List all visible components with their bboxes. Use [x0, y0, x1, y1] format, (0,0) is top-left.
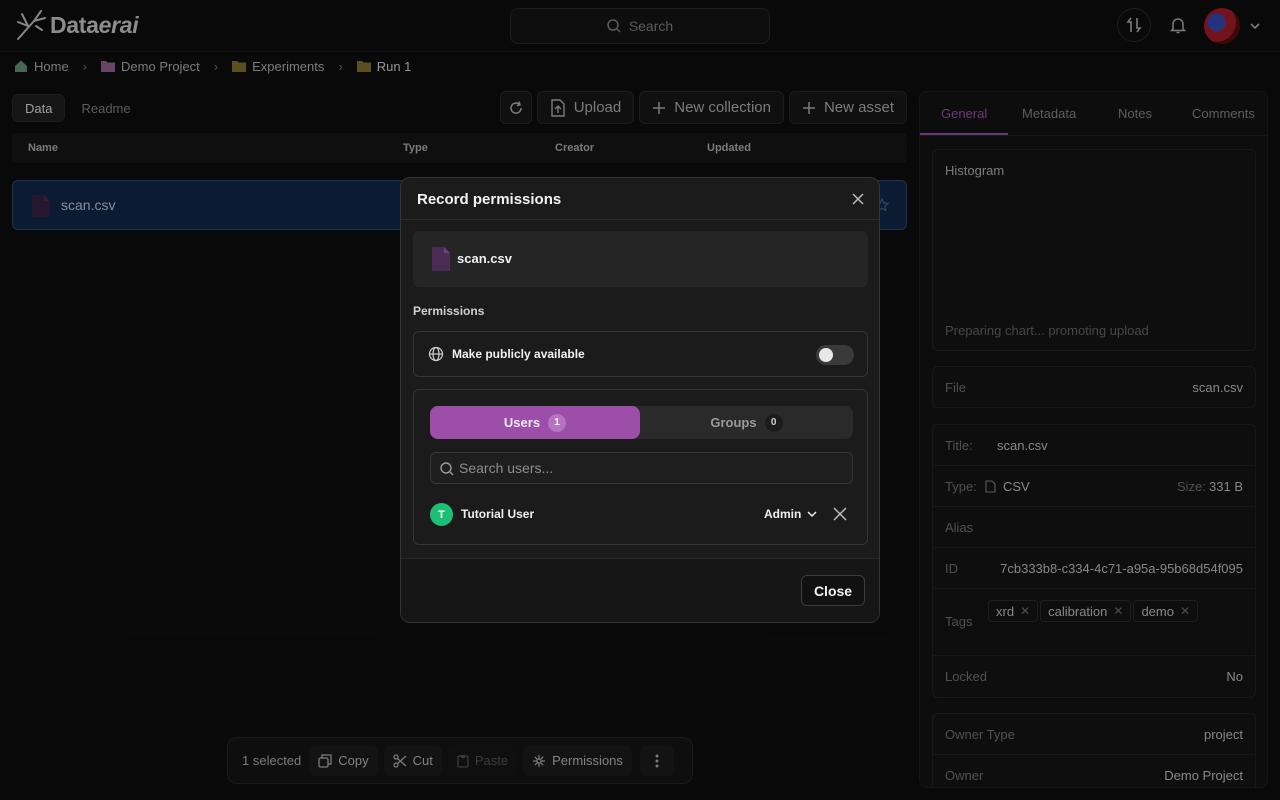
- users-count-badge: 1: [548, 413, 567, 432]
- record-summary: scan.csv: [413, 231, 868, 287]
- user-initial-avatar: T: [430, 503, 453, 526]
- segment-groups-label: Groups: [710, 415, 757, 430]
- record-file-name: scan.csv: [457, 251, 512, 266]
- divider: [401, 219, 879, 220]
- role-value: Admin: [764, 507, 802, 521]
- segment-users-label: Users: [503, 415, 541, 430]
- remove-user-icon[interactable]: [833, 507, 849, 523]
- user-search-input[interactable]: [459, 453, 849, 483]
- user-name: Tutorial User: [461, 507, 535, 521]
- role-select[interactable]: Admin: [764, 507, 817, 521]
- chevron-down-icon: [807, 511, 817, 518]
- user-search-field: [430, 452, 853, 484]
- close-button[interactable]: Close: [801, 575, 865, 606]
- access-list-box: Users 1 Groups 0 T Tutorial User Admin: [413, 389, 868, 545]
- users-groups-segmented-control: Users 1 Groups 0: [430, 406, 853, 439]
- modal-title: Record permissions: [417, 191, 562, 208]
- segment-groups[interactable]: Groups 0: [640, 406, 853, 439]
- modal-close-icon[interactable]: [850, 191, 866, 207]
- groups-count-badge: 0: [764, 413, 783, 432]
- toggle-knob: [819, 348, 833, 362]
- permissions-heading: Permissions: [413, 304, 485, 318]
- search-icon: [440, 462, 454, 476]
- globe-icon: [428, 346, 444, 362]
- public-label: Make publicly available: [452, 347, 585, 361]
- modal-footer: Close: [401, 558, 879, 622]
- public-access-row: Make publicly available: [413, 331, 868, 377]
- permissions-modal: Record permissions scan.csv Permissions …: [400, 177, 880, 623]
- file-icon: [432, 247, 450, 271]
- segment-users[interactable]: Users 1: [430, 406, 640, 439]
- public-toggle[interactable]: [816, 345, 854, 365]
- user-access-row: T Tutorial User Admin: [430, 503, 853, 527]
